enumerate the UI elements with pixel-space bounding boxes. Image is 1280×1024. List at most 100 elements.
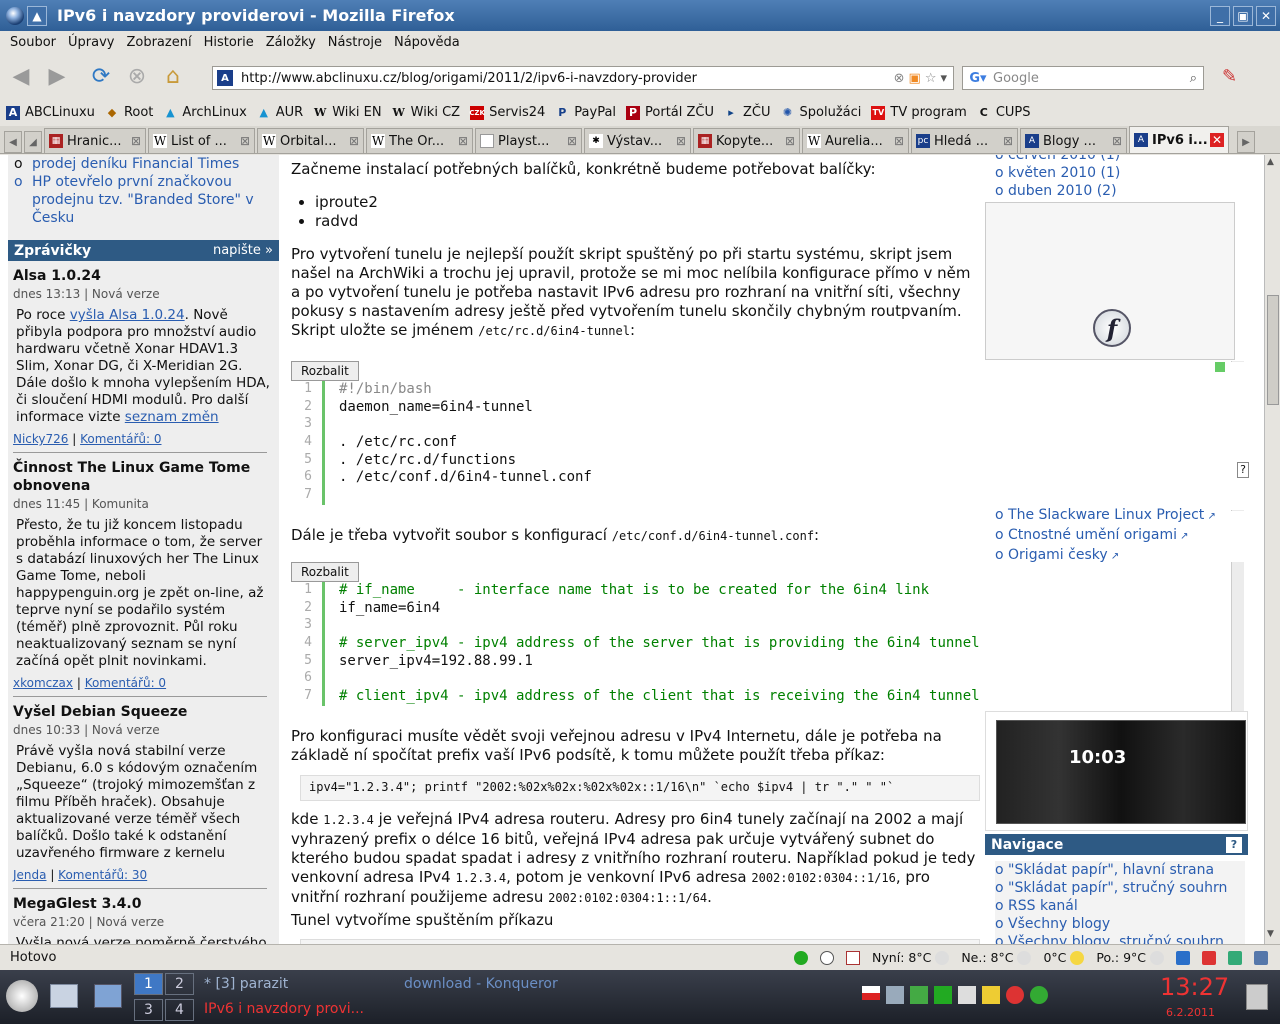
news-link[interactable]: prodej deníku Financial Times — [32, 155, 239, 173]
tab-close-icon[interactable]: ⊠ — [349, 134, 359, 148]
konsole-icon[interactable] — [94, 984, 122, 1008]
menu-zobrazeni[interactable]: Zobrazení — [126, 35, 191, 50]
desktop-4[interactable]: 4 — [165, 999, 194, 1021]
clock-time[interactable]: 13:27 — [1160, 973, 1229, 1001]
tab-close-icon[interactable]: ⊠ — [1003, 134, 1013, 148]
tab-10[interactable]: A Blogy ... ⊠ — [1020, 128, 1127, 153]
tab-scroll-right-icon[interactable]: ▶ — [1237, 131, 1255, 153]
clock-icon[interactable] — [820, 950, 838, 965]
external-link[interactable]: The Slackware Linux Project — [1008, 507, 1204, 523]
tab-close-icon[interactable]: ⊠ — [240, 134, 250, 148]
menu-napoveda[interactable]: Nápověda — [394, 35, 460, 50]
calendar-icon[interactable] — [846, 950, 864, 965]
menu-historie[interactable]: Historie — [204, 35, 254, 50]
bookmark-archlinux[interactable]: ▲ ArchLinux — [163, 105, 247, 120]
tab-7[interactable]: ▦ Kopyte... ⊠ — [693, 128, 800, 153]
tab-9[interactable]: pc Hledá ... ⊠ — [911, 128, 1018, 153]
shade-button[interactable]: ▲ — [27, 5, 47, 26]
ad-close-icon[interactable] — [1215, 362, 1225, 372]
clear-url-icon[interactable]: ⊗ — [894, 71, 905, 86]
bookmark-root[interactable]: ◆ Root — [105, 105, 154, 120]
addon-icon[interactable]: ✎ — [1222, 66, 1246, 90]
search-bar[interactable]: G▾ Google ⌕ — [962, 66, 1204, 90]
bookmark-wiki-cz[interactable]: W Wiki CZ — [392, 105, 460, 120]
status-ok-icon[interactable] — [794, 950, 812, 965]
rss-icon[interactable]: ▣ — [909, 71, 921, 86]
tab-11-active[interactable]: A IPv6 i... ✕ — [1129, 126, 1229, 153]
flash-placeholder[interactable]: f — [985, 202, 1235, 360]
nav-link[interactable]: Všechny blogy — [1008, 916, 1110, 932]
tab-close-icon[interactable]: ⊠ — [567, 134, 577, 148]
bookmark-spoluzaci[interactable]: ✺ Spolužáci — [781, 105, 861, 120]
bookmark-paypal[interactable]: P PayPal — [555, 105, 616, 120]
stop-icon[interactable]: ⊗ — [122, 61, 152, 91]
bookmark-star-icon[interactable]: ☆ — [925, 71, 937, 86]
author-link[interactable]: Nicky726 — [13, 432, 68, 446]
tab-close-icon[interactable]: ⊠ — [676, 134, 686, 148]
nav-link[interactable]: RSS kanál — [1008, 898, 1078, 914]
tab-6[interactable]: ✱ Výstav... ⊠ — [584, 128, 691, 153]
tab-1[interactable]: ▦ Hranic... ⊠ — [44, 128, 146, 153]
comments-link[interactable]: Komentářů: 30 — [58, 868, 147, 882]
help-icon[interactable]: ? — [1237, 462, 1249, 478]
url-dropdown-icon[interactable]: ▾ — [940, 71, 947, 86]
news-title[interactable]: Alsa 1.0.24 — [13, 267, 279, 285]
addon-icon[interactable] — [1228, 950, 1246, 965]
menu-upravy[interactable]: Úpravy — [68, 35, 114, 50]
close-button[interactable]: ✕ — [1256, 5, 1276, 26]
js-icon[interactable] — [1176, 950, 1194, 965]
forward-icon[interactable]: ▶ — [42, 61, 72, 91]
globe-icon[interactable] — [1030, 986, 1048, 1004]
task-firefox[interactable]: IPv6 i navzdory provi... — [204, 1001, 364, 1017]
expand-button[interactable]: Rozbalit — [291, 562, 359, 582]
help-icon[interactable]: ? — [1226, 836, 1242, 853]
maximize-button[interactable]: ▣ — [1233, 5, 1253, 26]
tab-3[interactable]: W Orbital... ⊠ — [257, 128, 364, 153]
tab-close-icon[interactable]: ⊠ — [785, 134, 795, 148]
bookmark-wiki-en[interactable]: W Wiki EN — [313, 105, 382, 120]
nav-link[interactable]: "Skládat papír", hlavní strana — [1008, 862, 1214, 878]
bookmark-abclinuxu[interactable]: A ABCLinuxu — [6, 105, 95, 120]
home-icon[interactable]: ⌂ — [158, 61, 188, 91]
kde-menu-icon[interactable] — [6, 980, 38, 1012]
news-link[interactable]: HP otevřelo první značkovou prodejnu tzv… — [32, 173, 262, 227]
show-desktop-icon[interactable] — [50, 984, 78, 1008]
url-bar[interactable]: A http://www.abclinuxu.cz/blog/origami/2… — [212, 66, 954, 90]
archive-link[interactable]: duben 2010 (2) — [1008, 183, 1117, 199]
news-title[interactable]: Vyšel Debian Squeeze — [13, 703, 279, 721]
tab-scroll-left-icon[interactable]: ◀ — [4, 131, 22, 153]
desktop-1[interactable]: 1 — [134, 973, 163, 995]
news-title[interactable]: Činnost The Linux Game Tome obnovena — [13, 459, 279, 495]
notes-icon[interactable] — [982, 986, 1000, 1004]
bookmark-aur[interactable]: ▲ AUR — [257, 105, 304, 120]
magnifier-icon[interactable]: ⌕ — [1190, 71, 1197, 86]
comments-link[interactable]: Komentářů: 0 — [85, 676, 166, 690]
tab-close-icon[interactable]: ⊠ — [458, 134, 468, 148]
comments-link[interactable]: Komentářů: 0 — [80, 432, 161, 446]
desktop-2[interactable]: 2 — [165, 973, 194, 995]
news-body-link[interactable]: vyšla Alsa 1.0.24 — [70, 307, 185, 323]
files-icon[interactable] — [958, 986, 976, 1004]
archive-link[interactable]: květen 2010 (1) — [1008, 165, 1120, 181]
write-news-link[interactable]: napište » — [213, 243, 273, 258]
menu-nastroje[interactable]: Nástroje — [328, 35, 382, 50]
tab-8[interactable]: W Aurelia... ⊠ — [802, 128, 909, 153]
firefox-icon[interactable] — [6, 6, 24, 25]
tab-close-icon[interactable]: ⊠ — [1112, 134, 1122, 148]
author-link[interactable]: Jenda — [13, 868, 47, 882]
author-link[interactable]: xkomczax — [13, 676, 73, 690]
bookmark-portal-zcu[interactable]: P Portál ZČU — [626, 105, 714, 120]
external-link[interactable]: Origami česky — [1008, 547, 1108, 563]
volume-icon[interactable] — [886, 986, 904, 1004]
scroll-down-icon[interactable]: ▼ — [1267, 929, 1274, 939]
tab-close-icon[interactable]: ✕ — [1210, 133, 1224, 147]
expand-button[interactable]: Rozbalit — [291, 361, 359, 381]
title-bar[interactable]: ▲ IPv6 i navzdory providerovi - Mozilla … — [0, 0, 1280, 31]
update-icon[interactable] — [934, 986, 952, 1004]
addon-icon[interactable] — [1202, 950, 1220, 965]
menu-zalozky[interactable]: Záložky — [266, 35, 316, 50]
tab-5[interactable]: Playst... ⊠ — [475, 128, 582, 153]
trash-icon[interactable] — [1246, 984, 1268, 1010]
menu-soubor[interactable]: Soubor — [10, 35, 56, 50]
back-icon[interactable]: ◀ — [6, 61, 36, 91]
